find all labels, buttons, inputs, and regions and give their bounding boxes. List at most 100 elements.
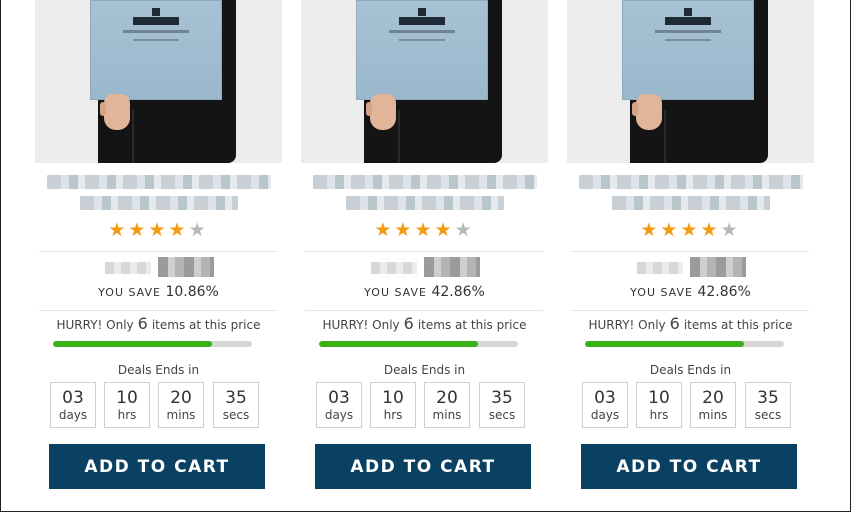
timer-value: 10 (648, 388, 670, 408)
timer-seconds: 35 secs (479, 382, 525, 428)
star-icon: ★ (434, 219, 455, 241)
poster-text (655, 30, 721, 33)
deals-ends-label: Deals Ends in (117, 363, 200, 377)
star-icon: ★ (394, 219, 415, 241)
hurry-count: 6 (137, 314, 148, 333)
deals-ends-label: Deals Ends in (383, 363, 466, 377)
timer-value: 03 (594, 388, 616, 408)
timer-unit: days (324, 408, 354, 422)
new-price-blurred (690, 257, 746, 277)
product-title-blurred[interactable] (346, 196, 504, 210)
star-icon: ★ (128, 219, 149, 241)
old-price-blurred (105, 262, 151, 274)
timer-unit: hrs (649, 408, 669, 422)
star-icon: ★ (660, 219, 681, 241)
hurry-prefix: HURRY! Only (588, 318, 666, 332)
timer-unit: mins (698, 408, 728, 422)
timer-unit: hrs (383, 408, 403, 422)
product-image[interactable] (567, 0, 814, 163)
hurry-prefix: HURRY! Only (56, 318, 134, 332)
product-image[interactable] (301, 0, 548, 163)
you-save-text: YOU SAVE 42.86% (301, 284, 548, 300)
timer-hours: 10 hrs (636, 382, 682, 428)
poster-text (389, 30, 455, 33)
poster-logo (399, 8, 445, 25)
hand (366, 94, 396, 130)
rating-stars: ★★★★★ (35, 220, 282, 240)
timer-value: 20 (436, 388, 458, 408)
you-save-text: YOU SAVE 10.86% (35, 284, 282, 300)
hurry-prefix: HURRY! Only (322, 318, 400, 332)
hurry-text: HURRY! Only 6 items at this price (567, 314, 814, 333)
product-image[interactable] (35, 0, 282, 163)
timer-value: 35 (757, 388, 779, 408)
divider (39, 310, 277, 311)
hurry-suffix: items at this price (417, 318, 527, 332)
timer-seconds: 35 secs (213, 382, 259, 428)
timer-value: 20 (170, 388, 192, 408)
poster-logo (133, 8, 179, 25)
star-icon: ★ (108, 219, 129, 241)
star-icon: ★ (700, 219, 721, 241)
timer-value: 35 (491, 388, 513, 408)
star-icon: ★ (188, 219, 209, 241)
timer-hours: 10 hrs (104, 382, 150, 428)
product-title-blurred[interactable] (313, 175, 537, 189)
timer-unit: secs (754, 408, 782, 422)
hurry-suffix: items at this price (683, 318, 793, 332)
product-poster (90, 0, 222, 100)
product-poster (356, 0, 488, 100)
hurry-text: HURRY! Only 6 items at this price (35, 314, 282, 333)
stock-progress-bar (53, 341, 252, 347)
rating-stars: ★★★★★ (567, 220, 814, 240)
timer-unit: days (590, 408, 620, 422)
stock-progress-fill (585, 341, 745, 347)
timer-unit: secs (222, 408, 250, 422)
you-save-text: YOU SAVE 42.86% (567, 284, 814, 300)
hurry-suffix: items at this price (151, 318, 261, 332)
star-icon: ★ (640, 219, 661, 241)
star-icon: ★ (148, 219, 169, 241)
hurry-text: HURRY! Only 6 items at this price (301, 314, 548, 333)
shirt-seam (664, 110, 666, 163)
timer-days: 03 days (316, 382, 362, 428)
add-to-cart-button[interactable]: ADD TO CART (49, 444, 265, 489)
old-price-blurred (637, 262, 683, 274)
star-icon: ★ (414, 219, 435, 241)
stock-progress-bar (585, 341, 784, 347)
product-title-blurred[interactable] (80, 196, 238, 210)
divider (305, 251, 543, 252)
add-to-cart-button[interactable]: ADD TO CART (315, 444, 531, 489)
stock-progress-bar (319, 341, 518, 347)
timer-value: 03 (328, 388, 350, 408)
product-title-blurred[interactable] (47, 175, 271, 189)
timer-seconds: 35 secs (745, 382, 791, 428)
divider (39, 251, 277, 252)
product-card: ★★★★★ YOU SAVE 42.86% HURRY! Only 6 items … (567, 0, 814, 513)
old-price-blurred (371, 262, 417, 274)
product-title-blurred[interactable] (612, 196, 770, 210)
stock-progress-fill (53, 341, 213, 347)
timer-value: 35 (225, 388, 247, 408)
add-to-cart-button[interactable]: ADD TO CART (581, 444, 797, 489)
star-icon: ★ (720, 219, 741, 241)
product-title-blurred[interactable] (579, 175, 803, 189)
shirt-seam (132, 110, 134, 163)
you-save-value: 42.86% (431, 284, 485, 300)
divider (571, 251, 809, 252)
star-icon: ★ (680, 219, 701, 241)
timer-days: 03 days (50, 382, 96, 428)
timer-minutes: 20 mins (424, 382, 470, 428)
hurry-count: 6 (403, 314, 414, 333)
timer-value: 10 (116, 388, 138, 408)
divider (305, 310, 543, 311)
timer-unit: mins (432, 408, 462, 422)
timer-minutes: 20 mins (690, 382, 736, 428)
timer-days: 03 days (582, 382, 628, 428)
divider (571, 310, 809, 311)
hand (632, 94, 662, 130)
new-price-blurred (158, 257, 214, 277)
poster-logo (665, 8, 711, 25)
star-icon: ★ (168, 219, 189, 241)
poster-url (665, 39, 711, 41)
